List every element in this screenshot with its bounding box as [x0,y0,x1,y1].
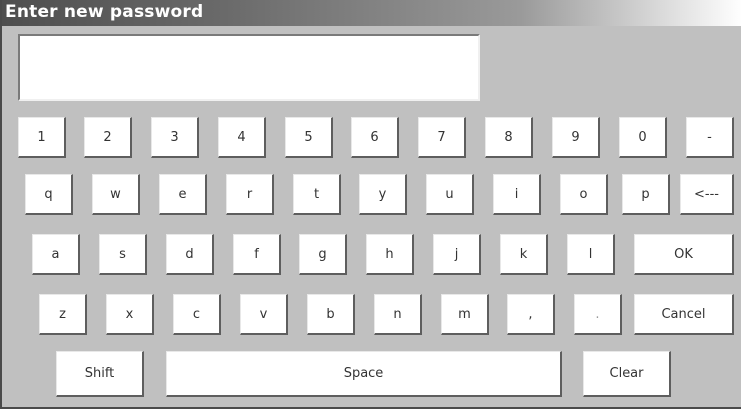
key-e[interactable]: e [159,174,207,215]
key-j[interactable]: j [433,234,481,275]
password-input[interactable] [18,34,480,101]
key-s[interactable]: s [99,234,147,275]
shift-key[interactable]: Shift [56,351,144,397]
key-a[interactable]: a [32,234,80,275]
key-z[interactable]: z [39,294,87,335]
key-y[interactable]: y [359,174,407,215]
key-f[interactable]: f [233,234,281,275]
key-b[interactable]: b [307,294,355,335]
clear-button[interactable]: Clear [583,351,671,397]
key-period[interactable]: . [574,294,622,335]
key-comma[interactable]: , [507,294,555,335]
key-h[interactable]: h [366,234,414,275]
key-d[interactable]: d [166,234,214,275]
key-6[interactable]: 6 [351,117,399,158]
key-8[interactable]: 8 [485,117,533,158]
ok-button[interactable]: OK [634,234,734,275]
backspace-key[interactable]: <--- [680,174,734,215]
key-c[interactable]: c [173,294,221,335]
key-5[interactable]: 5 [285,117,333,158]
key-u[interactable]: u [426,174,474,215]
cancel-button[interactable]: Cancel [634,294,734,335]
key-x[interactable]: x [106,294,154,335]
key-r[interactable]: r [226,174,274,215]
key-w[interactable]: w [92,174,140,215]
key-p[interactable]: p [622,174,670,215]
key-q[interactable]: q [25,174,73,215]
key-v[interactable]: v [240,294,288,335]
key-k[interactable]: k [500,234,548,275]
key-l[interactable]: l [567,234,615,275]
key-n[interactable]: n [374,294,422,335]
password-dialog: Enter new password 1 2 3 4 5 6 7 8 9 0 -… [0,0,741,409]
key-4[interactable]: 4 [218,117,266,158]
key-0[interactable]: 0 [619,117,667,158]
key-minus[interactable]: - [686,117,734,158]
key-1[interactable]: 1 [18,117,66,158]
key-7[interactable]: 7 [418,117,466,158]
key-m[interactable]: m [441,294,489,335]
title-bar: Enter new password [2,0,741,26]
dialog-title: Enter new password [5,2,204,22]
key-3[interactable]: 3 [151,117,199,158]
key-i[interactable]: i [493,174,541,215]
space-key[interactable]: Space [166,351,562,397]
key-o[interactable]: o [560,174,608,215]
key-t[interactable]: t [293,174,341,215]
key-9[interactable]: 9 [552,117,600,158]
key-g[interactable]: g [299,234,347,275]
key-2[interactable]: 2 [84,117,132,158]
